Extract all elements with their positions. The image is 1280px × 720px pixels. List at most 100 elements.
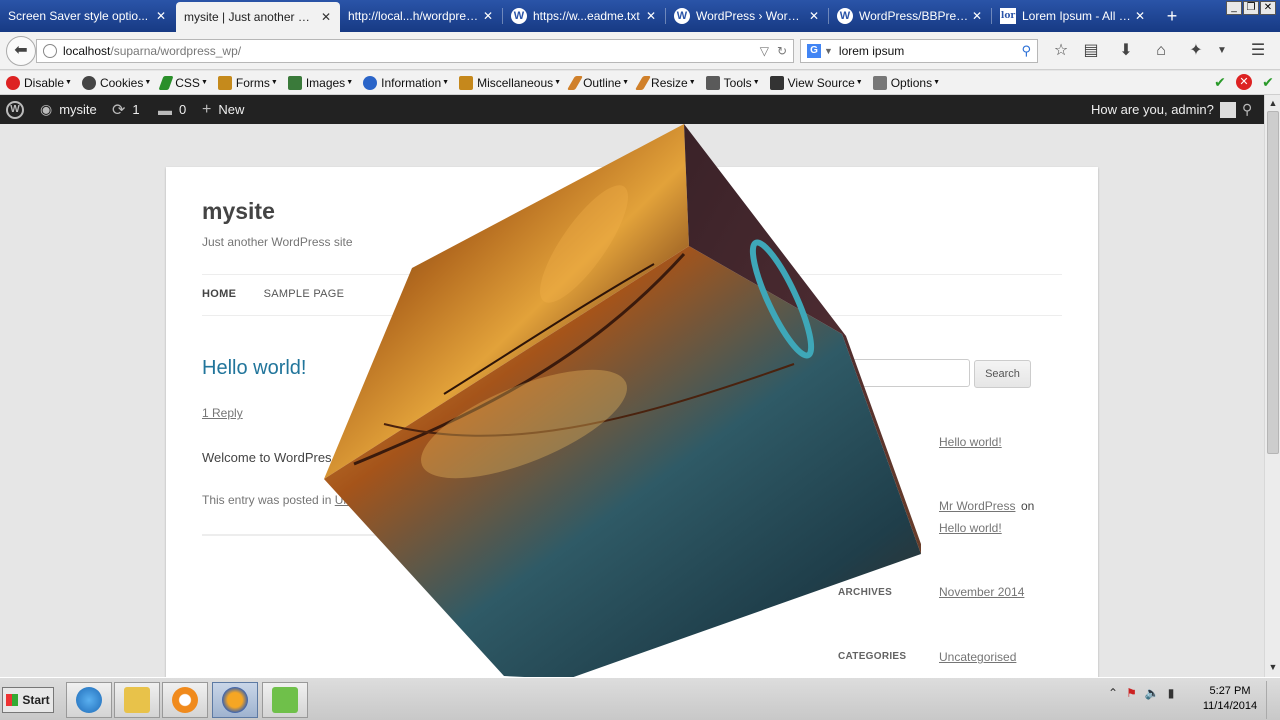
close-icon[interactable]: ✕ bbox=[318, 10, 334, 24]
taskbar-clock[interactable]: 5:27 PM 11/14/2014 bbox=[1196, 684, 1264, 714]
search-input[interactable]: lorem ipsum bbox=[839, 44, 904, 58]
bookmarks-list-icon[interactable]: ▤ bbox=[1081, 41, 1101, 61]
recent-post-link[interactable]: Hello world! bbox=[939, 435, 1002, 449]
network-icon[interactable]: ▮ bbox=[1168, 686, 1175, 700]
chevron-down-icon[interactable]: ▼ bbox=[1212, 41, 1232, 61]
dev-miscellaneous-menu[interactable]: Miscellaneous ▼ bbox=[459, 75, 561, 90]
menu-item-sample-page[interactable]: SAMPLE PAGE bbox=[264, 288, 345, 300]
my-account-menu[interactable]: How are you, admin? bbox=[1091, 95, 1236, 124]
chevron-up-icon[interactable]: ⌃ bbox=[1108, 686, 1118, 700]
tab-lorem-ipsum[interactable]: lor Lorem Ipsum - All th... ✕ bbox=[992, 2, 1154, 30]
taskbar-internet-explorer[interactable] bbox=[66, 682, 112, 718]
post-title-link[interactable]: Hello world! bbox=[202, 357, 306, 380]
show-desktop-button[interactable] bbox=[1266, 681, 1278, 719]
menu-item-home[interactable]: HOME bbox=[202, 288, 236, 300]
comment-author-link[interactable]: Mr WordPress bbox=[939, 499, 1015, 513]
comment-on-text: on bbox=[1021, 499, 1035, 513]
action-center-flag-icon[interactable]: ⚑ bbox=[1126, 686, 1137, 700]
search-input[interactable] bbox=[838, 359, 970, 387]
check-icon[interactable]: ✔ bbox=[1212, 74, 1228, 90]
dev-forms-menu[interactable]: Forms ▼ bbox=[217, 75, 278, 90]
tab-screen-saver[interactable]: Screen Saver style optio... ✕ bbox=[0, 2, 175, 30]
new-content-menu[interactable]: + New bbox=[202, 95, 244, 124]
updates-count: 1 bbox=[132, 102, 140, 117]
divider bbox=[202, 315, 1062, 316]
dev-menu-label: Information bbox=[381, 75, 442, 90]
page-background: mysite Just another WordPress site HOME … bbox=[0, 124, 1264, 677]
updates-menu[interactable]: ⟳ 1 bbox=[112, 95, 140, 124]
dev-information-menu[interactable]: Information ▼ bbox=[363, 75, 449, 90]
dev-disable-menu[interactable]: Disable ▼ bbox=[6, 75, 72, 90]
dev-options-menu[interactable]: Options ▼ bbox=[872, 75, 940, 90]
close-icon[interactable]: ✕ bbox=[969, 9, 985, 23]
reload-icon[interactable]: ↻ bbox=[777, 44, 787, 58]
minimize-button[interactable]: _ bbox=[1226, 1, 1242, 15]
scroll-down-arrow-icon[interactable]: ▼ bbox=[1267, 661, 1279, 673]
download-icon[interactable]: ⬇ bbox=[1116, 41, 1136, 61]
url-bar[interactable]: localhost /suparna/wordpress_wp/ ▽ ↻ bbox=[36, 39, 794, 63]
bookmark-star-icon[interactable]: ☆ bbox=[1051, 41, 1071, 61]
category-link[interactable]: Uncategorised bbox=[939, 650, 1016, 664]
back-button[interactable]: ⬅ bbox=[6, 36, 36, 66]
dev-images-menu[interactable]: Images ▼ bbox=[287, 75, 353, 90]
scrollbar-thumb[interactable] bbox=[1267, 111, 1279, 454]
dev-view-source-menu[interactable]: View Source ▼ bbox=[769, 75, 863, 90]
site-title[interactable]: mysite bbox=[202, 198, 275, 225]
wrench-icon bbox=[705, 75, 720, 90]
dev-cookies-menu[interactable]: Cookies ▼ bbox=[81, 75, 151, 90]
volume-icon[interactable]: 🔈 bbox=[1145, 686, 1160, 700]
admin-search-button[interactable]: ⚲ bbox=[1242, 95, 1252, 124]
close-icon[interactable]: ✕ bbox=[1132, 9, 1148, 23]
page-scrollbar[interactable]: ▲ ▼ bbox=[1264, 95, 1280, 677]
close-window-button[interactable]: ✕ bbox=[1260, 1, 1276, 15]
taskbar-media-player[interactable] bbox=[162, 682, 208, 718]
category-link[interactable]: Un bbox=[335, 493, 350, 507]
information-icon bbox=[363, 75, 378, 90]
close-icon[interactable]: ✕ bbox=[643, 9, 659, 23]
forms-icon bbox=[217, 75, 232, 90]
scroll-up-arrow-icon[interactable]: ▲ bbox=[1267, 97, 1279, 109]
reply-link[interactable]: 1 Reply bbox=[202, 406, 243, 420]
wp-logo-menu[interactable]: W bbox=[6, 95, 24, 124]
home-icon[interactable]: ⌂ bbox=[1151, 41, 1171, 61]
firefox-icon bbox=[222, 687, 248, 713]
close-icon[interactable]: ✕ bbox=[153, 9, 169, 23]
new-tab-button[interactable]: + bbox=[1160, 4, 1184, 28]
archive-link[interactable]: November 2014 bbox=[939, 585, 1024, 599]
menu-icon[interactable]: ☰ bbox=[1248, 41, 1268, 61]
dev-css-menu[interactable]: CSS ▼ bbox=[158, 75, 208, 90]
search-button[interactable]: Search bbox=[974, 360, 1031, 388]
tab-bbpress[interactable]: W WordPress/BBPress... ✕ bbox=[829, 2, 991, 30]
post-content: Welcome to WordPres bbox=[202, 450, 332, 465]
taskbar-notepad[interactable] bbox=[262, 682, 308, 718]
check-icon[interactable]: ✔ bbox=[1260, 74, 1276, 90]
dev-tools-menu[interactable]: Tools ▼ bbox=[705, 75, 760, 90]
taskbar-firefox[interactable] bbox=[212, 682, 258, 718]
search-bar[interactable]: G ▼ lorem ipsum ⚲ bbox=[800, 39, 1038, 63]
dev-outline-menu[interactable]: Outline ▼ bbox=[567, 75, 629, 90]
restore-button[interactable]: ❐ bbox=[1243, 1, 1259, 15]
close-icon[interactable]: ✕ bbox=[480, 9, 496, 23]
tab-label: Screen Saver style optio... bbox=[8, 9, 149, 23]
extension-icon[interactable]: ✦ bbox=[1186, 41, 1206, 61]
avatar bbox=[1219, 101, 1236, 118]
plus-icon: + bbox=[202, 100, 212, 118]
tab-mysite[interactable]: mysite | Just another W... ✕ bbox=[176, 2, 340, 32]
taskbar-file-explorer[interactable] bbox=[114, 682, 160, 718]
error-icon[interactable]: ✕ bbox=[1236, 74, 1252, 90]
tab-readme[interactable]: W https://w...eadme.txt ✕ bbox=[503, 2, 665, 30]
search-icon[interactable]: ⚲ bbox=[1021, 43, 1031, 59]
dev-menu-label: Outline bbox=[583, 75, 622, 90]
tab-localhost-wordpress[interactable]: http://local...h/wordpress/ ✕ bbox=[340, 2, 502, 30]
chevron-down-icon[interactable]: ▼ bbox=[824, 46, 833, 56]
comments-menu[interactable]: ▬ 0 bbox=[158, 95, 186, 124]
site-name-menu[interactable]: ◉ mysite bbox=[40, 95, 97, 124]
comment-post-link[interactable]: Hello world! bbox=[939, 521, 1002, 535]
close-icon[interactable]: ✕ bbox=[806, 9, 822, 23]
tab-wordpress-plugins[interactable]: W WordPress › WordP... ✕ bbox=[666, 2, 828, 30]
google-icon[interactable]: G bbox=[807, 44, 821, 58]
dev-resize-menu[interactable]: Resize ▼ bbox=[635, 75, 696, 90]
start-button[interactable]: Start bbox=[2, 687, 54, 713]
dropdown-icon[interactable]: ▽ bbox=[760, 44, 769, 58]
system-tray: ⌃ ⚑ 🔈 ▮ bbox=[1108, 686, 1174, 700]
